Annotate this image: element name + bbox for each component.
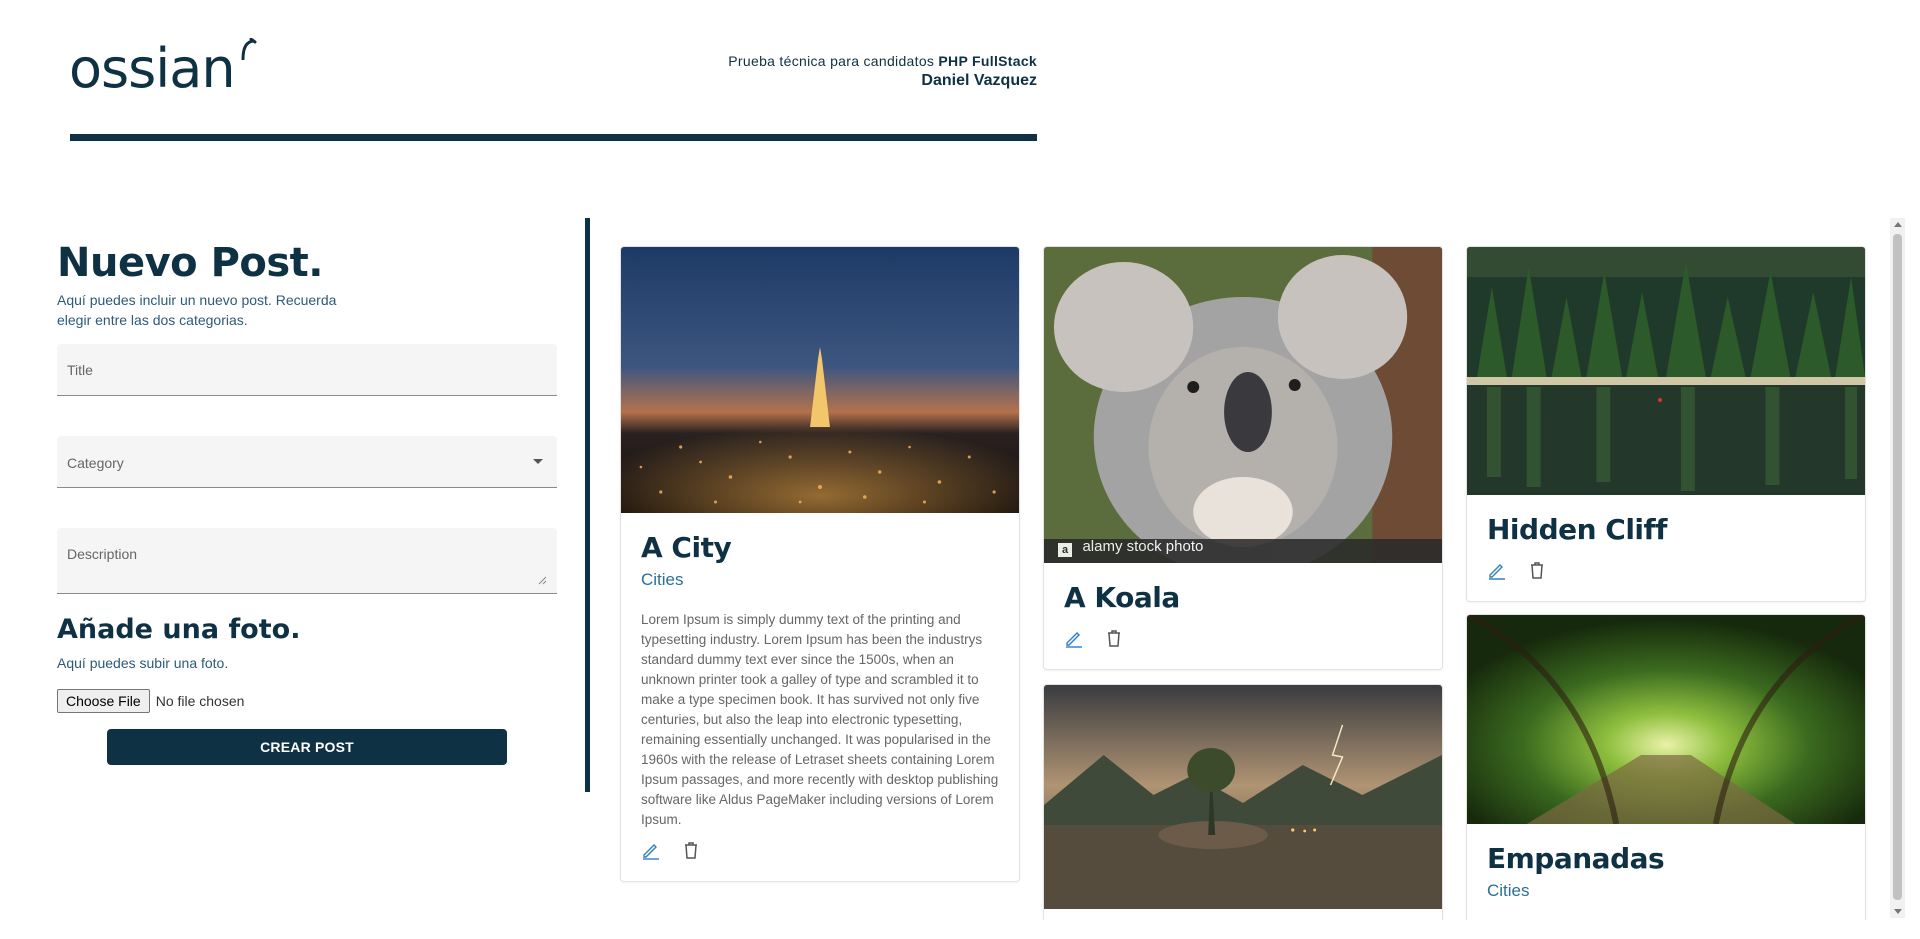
author-name: Daniel Vazquez xyxy=(921,72,1037,89)
trash-icon[interactable] xyxy=(1104,628,1124,648)
ossian-logo: ossian xyxy=(69,38,259,100)
post-title: Hidden Cliff xyxy=(1487,513,1667,546)
trash-icon[interactable] xyxy=(681,840,701,860)
post-description: Lorem Ipsum is simply dummy text of the … xyxy=(641,612,999,827)
vertical-divider xyxy=(585,218,590,792)
watermark-text: alamy stock photo xyxy=(1082,538,1204,555)
create-post-button[interactable]: CREAR POST xyxy=(107,729,507,765)
posts-scrollbar[interactable] xyxy=(1890,218,1905,918)
post-card: a alamy stock photo A Koala xyxy=(1043,246,1443,670)
post-title: A Koala xyxy=(1064,581,1180,614)
post-title: Empanadas xyxy=(1487,842,1665,875)
pencil-icon[interactable] xyxy=(641,840,661,860)
post-card xyxy=(1043,684,1443,920)
scroll-up-arrow-icon[interactable] xyxy=(1894,222,1902,227)
alamy-logo-icon: a xyxy=(1058,543,1072,557)
subtitle-prefix: Prueba técnica para candidatos xyxy=(728,53,935,69)
trash-icon[interactable] xyxy=(1527,560,1547,580)
post-category: Cities xyxy=(1487,881,1530,900)
post-title: A City xyxy=(641,531,732,564)
file-status: No file chosen xyxy=(155,693,245,709)
post-card: A City Cities Lorem Ipsum is simply dumm… xyxy=(620,246,1020,882)
forest-lake-image xyxy=(1467,247,1865,495)
photo-help: Aquí puedes subir una foto. xyxy=(57,655,229,671)
koala-image-wrap: a alamy stock photo xyxy=(1044,247,1442,563)
category-label: Category xyxy=(67,455,124,471)
form-heading: Nuevo Post. xyxy=(57,240,323,286)
post-card: Hidden Cliff xyxy=(1466,246,1866,602)
post-card: Empanadas Cities asdfasdfasd xyxy=(1466,614,1866,920)
title-field[interactable]: Title xyxy=(57,344,557,396)
lake-island-image xyxy=(1044,685,1442,909)
resize-handle-icon[interactable] xyxy=(537,575,547,585)
description-label: Description xyxy=(67,546,138,562)
posts-grid: A City Cities Lorem Ipsum is simply dumm… xyxy=(615,218,1890,920)
file-input: Choose File No file chosen xyxy=(57,689,557,713)
dropdown-arrow-icon xyxy=(533,459,543,464)
header-info: Prueba técnica para candidatos PHP FullS… xyxy=(728,53,1037,90)
logo-text: ossian xyxy=(69,37,236,100)
scroll-thumb[interactable] xyxy=(1893,234,1902,900)
tree-tunnel-image xyxy=(1467,615,1865,824)
header-divider xyxy=(70,134,1037,141)
new-post-form: Nuevo Post. Aquí puedes incluir un nuevo… xyxy=(57,240,557,765)
category-select[interactable]: Category xyxy=(57,436,557,488)
choose-file-button[interactable]: Choose File xyxy=(57,689,150,713)
pencil-icon[interactable] xyxy=(1487,560,1507,580)
scroll-down-arrow-icon[interactable] xyxy=(1894,909,1902,914)
title-label: Title xyxy=(67,362,93,378)
koala-image xyxy=(1044,247,1442,563)
form-help: Aquí puedes incluir un nuevo post. Recue… xyxy=(57,292,337,328)
watermark-bar: a alamy stock photo xyxy=(1044,538,1442,563)
pencil-icon[interactable] xyxy=(1064,628,1084,648)
city-image xyxy=(621,247,1019,513)
post-category: Cities xyxy=(641,570,684,589)
description-field[interactable]: Description xyxy=(57,528,557,594)
header-subtitle: Prueba técnica para candidatos PHP FullS… xyxy=(728,53,1037,69)
logo-hook-icon xyxy=(241,38,257,60)
photo-heading: Añade una foto. xyxy=(57,614,301,645)
subtitle-bold: PHP FullStack xyxy=(938,53,1037,69)
